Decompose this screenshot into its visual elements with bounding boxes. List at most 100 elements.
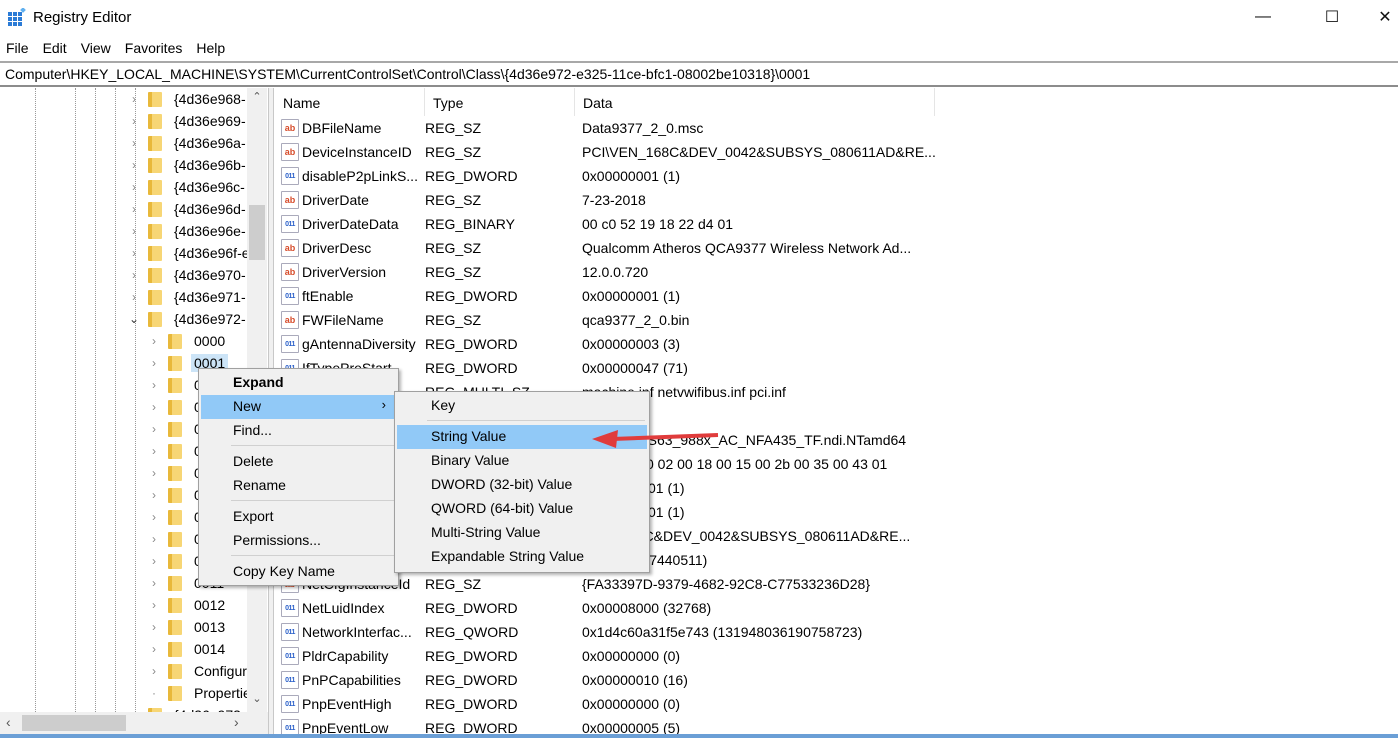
menu-file[interactable]: File <box>0 38 36 60</box>
tree-item[interactable]: ›0 <box>146 374 205 396</box>
menu-edit[interactable]: Edit <box>36 38 74 60</box>
value-row[interactable]: 011 PnpEventLow REG_DWORD 0x00000005 (5) <box>275 716 935 736</box>
chevron-right-icon[interactable]: › <box>146 488 162 502</box>
chevron-right-icon[interactable]: › <box>146 576 162 590</box>
chevron-right-icon[interactable]: › <box>126 158 142 172</box>
value-row[interactable]: 011 PnPCapabilities REG_DWORD 0x00000010 (1… <box>275 668 935 692</box>
menu-help[interactable]: Help <box>189 38 232 60</box>
chevron-right-icon[interactable]: › <box>146 642 162 656</box>
tree-item[interactable]: › {4d36e96a- <box>126 132 249 154</box>
tree-item[interactable]: › {4d36e96d- <box>126 198 249 220</box>
maximize-button[interactable]: ☐ <box>1309 0 1355 34</box>
tree-item[interactable]: › 0012 <box>146 594 228 616</box>
column-header-data[interactable]: Data <box>575 88 935 116</box>
context-menu-item-export[interactable]: Export <box>201 505 396 529</box>
value-row[interactable]: 011 PldrCapability REG_DWORD 0x00000000 (0) <box>275 644 935 668</box>
context-menu-item-expand[interactable]: Expand <box>201 371 396 395</box>
value-row[interactable]: ab FWFileName REG_SZ qca9377_2_0.bin <box>275 308 935 332</box>
chevron-right-icon[interactable]: › <box>146 444 162 458</box>
tree-item[interactable]: ›0 <box>146 484 205 506</box>
chevron-right-icon[interactable]: › <box>126 136 142 150</box>
chevron-right-icon[interactable]: › <box>146 356 162 370</box>
value-row[interactable]: ab DriverDesc REG_SZ Qualcomm Atheros QCA93… <box>275 236 935 260</box>
chevron-right-icon[interactable]: › <box>146 620 162 634</box>
tree-item[interactable]: › 0013 <box>146 616 228 638</box>
chevron-right-icon[interactable]: › <box>146 510 162 524</box>
tree-item[interactable]: ›0 <box>146 418 205 440</box>
chevron-right-icon[interactable]: › <box>146 422 162 436</box>
context-menu-item-rename[interactable]: Rename <box>201 474 396 498</box>
chevron-right-icon[interactable]: › <box>146 664 162 678</box>
tree-item[interactable]: ›0 <box>146 440 205 462</box>
close-button[interactable]: ✕ <box>1362 0 1398 34</box>
chevron-right-icon[interactable]: › <box>126 224 142 238</box>
tree-item[interactable]: › {4d36e971- <box>126 286 249 308</box>
chevron-right-icon[interactable]: › <box>146 378 162 392</box>
value-row[interactable]: ab DeviceInstanceID REG_SZ PCI\VEN_168C&DEV… <box>275 140 936 164</box>
tree-item[interactable]: ›0 <box>146 506 205 528</box>
tree-item[interactable]: › {4d36e96f-e <box>126 242 253 264</box>
chevron-right-icon[interactable]: › <box>146 334 162 348</box>
context-menu-item-new[interactable]: New › <box>201 395 396 419</box>
chevron-right-icon[interactable]: › <box>146 532 162 546</box>
chevron-right-icon[interactable]: › <box>126 268 142 282</box>
tree-item[interactable]: ›0 <box>146 462 205 484</box>
tree-item[interactable]: › {4d36e968- <box>126 88 249 110</box>
column-header-name[interactable]: Name <box>275 88 425 116</box>
context-menu-item-copy-key-name[interactable]: Copy Key Name <box>201 560 396 584</box>
tree-horizontal-scrollbar[interactable]: ‹ › <box>0 712 268 734</box>
context-menu-item-find[interactable]: Find... <box>201 419 396 443</box>
submenu-item-multi-string-value[interactable]: Multi-String Value <box>397 521 647 545</box>
tree-item[interactable]: ›0 <box>146 550 205 572</box>
menu-favorites[interactable]: Favorites <box>118 38 190 60</box>
scroll-left-icon[interactable]: ‹ <box>6 714 11 730</box>
scrollbar-thumb[interactable] <box>249 205 265 260</box>
tree-item[interactable]: ›0 <box>146 528 205 550</box>
chevron-right-icon[interactable]: › <box>146 554 162 568</box>
value-row[interactable]: ab DriverVersion REG_SZ 12.0.0.720 <box>275 260 935 284</box>
chevron-right-icon[interactable]: › <box>126 114 142 128</box>
scroll-up-icon[interactable]: ⌃ <box>247 90 267 103</box>
tree-item[interactable]: › {4d36e969- <box>126 110 249 132</box>
tree-item[interactable]: · Propertie <box>146 682 254 704</box>
submenu-item-qword-64-bit-value[interactable]: QWORD (64-bit) Value <box>397 497 647 521</box>
chevron-right-icon[interactable]: › <box>126 290 142 304</box>
value-row[interactable]: 011 PnpEventHigh REG_DWORD 0x00000000 (0) <box>275 692 935 716</box>
tree-item[interactable]: › 0014 <box>146 638 228 660</box>
chevron-right-icon[interactable]: › <box>146 598 162 612</box>
tree-item[interactable]: ›{4d36e973- <box>126 704 249 712</box>
tree-item[interactable]: ›0 <box>146 396 205 418</box>
tree-item[interactable]: › 0000 <box>146 330 228 352</box>
minimize-button[interactable]: — <box>1240 0 1286 34</box>
tree-item[interactable]: › Configur <box>146 660 250 682</box>
chevron-right-icon[interactable]: › <box>126 92 142 106</box>
value-row[interactable]: 011 disableP2pLinkS... REG_DWORD 0x00000001… <box>275 164 935 188</box>
scrollbar-thumb[interactable] <box>22 715 126 731</box>
column-header-type[interactable]: Type <box>425 88 575 116</box>
value-row[interactable]: ab DBFileName REG_SZ Data9377_2_0.msc <box>275 116 935 140</box>
tree-item[interactable]: › {4d36e970- <box>126 264 249 286</box>
menu-view[interactable]: View <box>74 38 118 60</box>
submenu-item-key[interactable]: Key <box>397 394 647 418</box>
value-row[interactable]: 011 DriverDateData REG_BINARY 00 c0 52 19 1… <box>275 212 935 236</box>
chevron-right-icon[interactable]: › <box>126 246 142 260</box>
scroll-right-icon[interactable]: › <box>234 714 239 730</box>
chevron-right-icon[interactable]: › <box>146 400 162 414</box>
address-bar[interactable]: Computer\HKEY_LOCAL_MACHINE\SYSTEM\Curre… <box>0 61 1398 87</box>
value-row[interactable]: ab DriverDate REG_SZ 7-23-2018 <box>275 188 935 212</box>
tree-item[interactable]: › {4d36e96c- <box>126 176 248 198</box>
value-row[interactable]: 011 NetworkInterfac... REG_QWORD 0x1d4c60a3… <box>275 620 935 644</box>
chevron-right-icon[interactable]: › <box>146 466 162 480</box>
context-menu-item-delete[interactable]: Delete <box>201 450 396 474</box>
scroll-down-icon[interactable]: ⌄ <box>247 692 267 705</box>
value-row[interactable]: 011 ftEnable REG_DWORD 0x00000001 (1) <box>275 284 935 308</box>
submenu-item-dword-32-bit-value[interactable]: DWORD (32-bit) Value <box>397 473 647 497</box>
chevron-right-icon[interactable]: › <box>126 202 142 216</box>
tree-item[interactable]: › {4d36e96e- <box>126 220 249 242</box>
chevron-right-icon[interactable]: › <box>126 180 142 194</box>
chevron-down-icon[interactable]: ⌄ <box>126 312 142 326</box>
submenu-item-expandable-string-value[interactable]: Expandable String Value <box>397 545 647 569</box>
tree-item[interactable]: ⌄ {4d36e972- <box>126 308 249 330</box>
tree-item[interactable]: › {4d36e96b- <box>126 154 249 176</box>
context-menu-item-permissions[interactable]: Permissions... <box>201 529 396 553</box>
